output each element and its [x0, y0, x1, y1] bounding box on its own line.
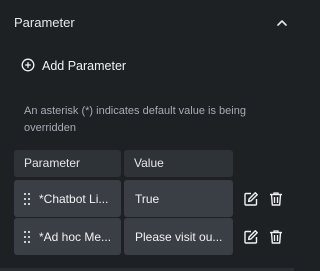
section-title: Parameter	[14, 15, 75, 30]
parameter-name: *Ad hoc Me...	[39, 230, 112, 244]
drag-handle-icon[interactable]	[23, 230, 31, 247]
override-note: An asterisk (*) indicates default value …	[24, 105, 246, 134]
value-cell[interactable]: Please visit ou...	[124, 218, 233, 255]
add-parameter-label: Add Parameter	[42, 59, 127, 73]
section-header[interactable]: Parameter	[0, 0, 294, 44]
column-header-parameter: Parameter	[14, 150, 121, 177]
edit-icon[interactable]	[243, 229, 259, 245]
delete-icon[interactable]	[268, 191, 284, 207]
drag-handle-icon[interactable]	[23, 192, 31, 209]
table-row: *Chatbot Li... True	[14, 180, 294, 217]
add-parameter-button[interactable]: Add Parameter	[20, 55, 130, 77]
value-cell[interactable]: True	[124, 180, 233, 217]
column-header-label: Value	[134, 156, 164, 170]
plus-circle-icon	[21, 58, 35, 72]
chevron-up-icon[interactable]	[275, 16, 289, 28]
parameter-value: True	[135, 192, 160, 206]
delete-icon[interactable]	[268, 229, 284, 245]
edit-icon[interactable]	[243, 191, 259, 207]
parameter-name: *Chatbot Li...	[39, 192, 109, 206]
parameter-cell[interactable]: *Chatbot Li...	[14, 180, 121, 217]
column-header-value: Value	[124, 150, 233, 177]
table-row: *Ad hoc Me... Please visit ou...	[14, 218, 294, 255]
column-header-label: Parameter	[24, 156, 81, 170]
parameter-value: Please visit ou...	[135, 230, 223, 244]
parameter-panel: Parameter Add Parameter An asterisk (*) …	[0, 0, 294, 271]
parameter-cell[interactable]: *Ad hoc Me...	[14, 218, 121, 255]
